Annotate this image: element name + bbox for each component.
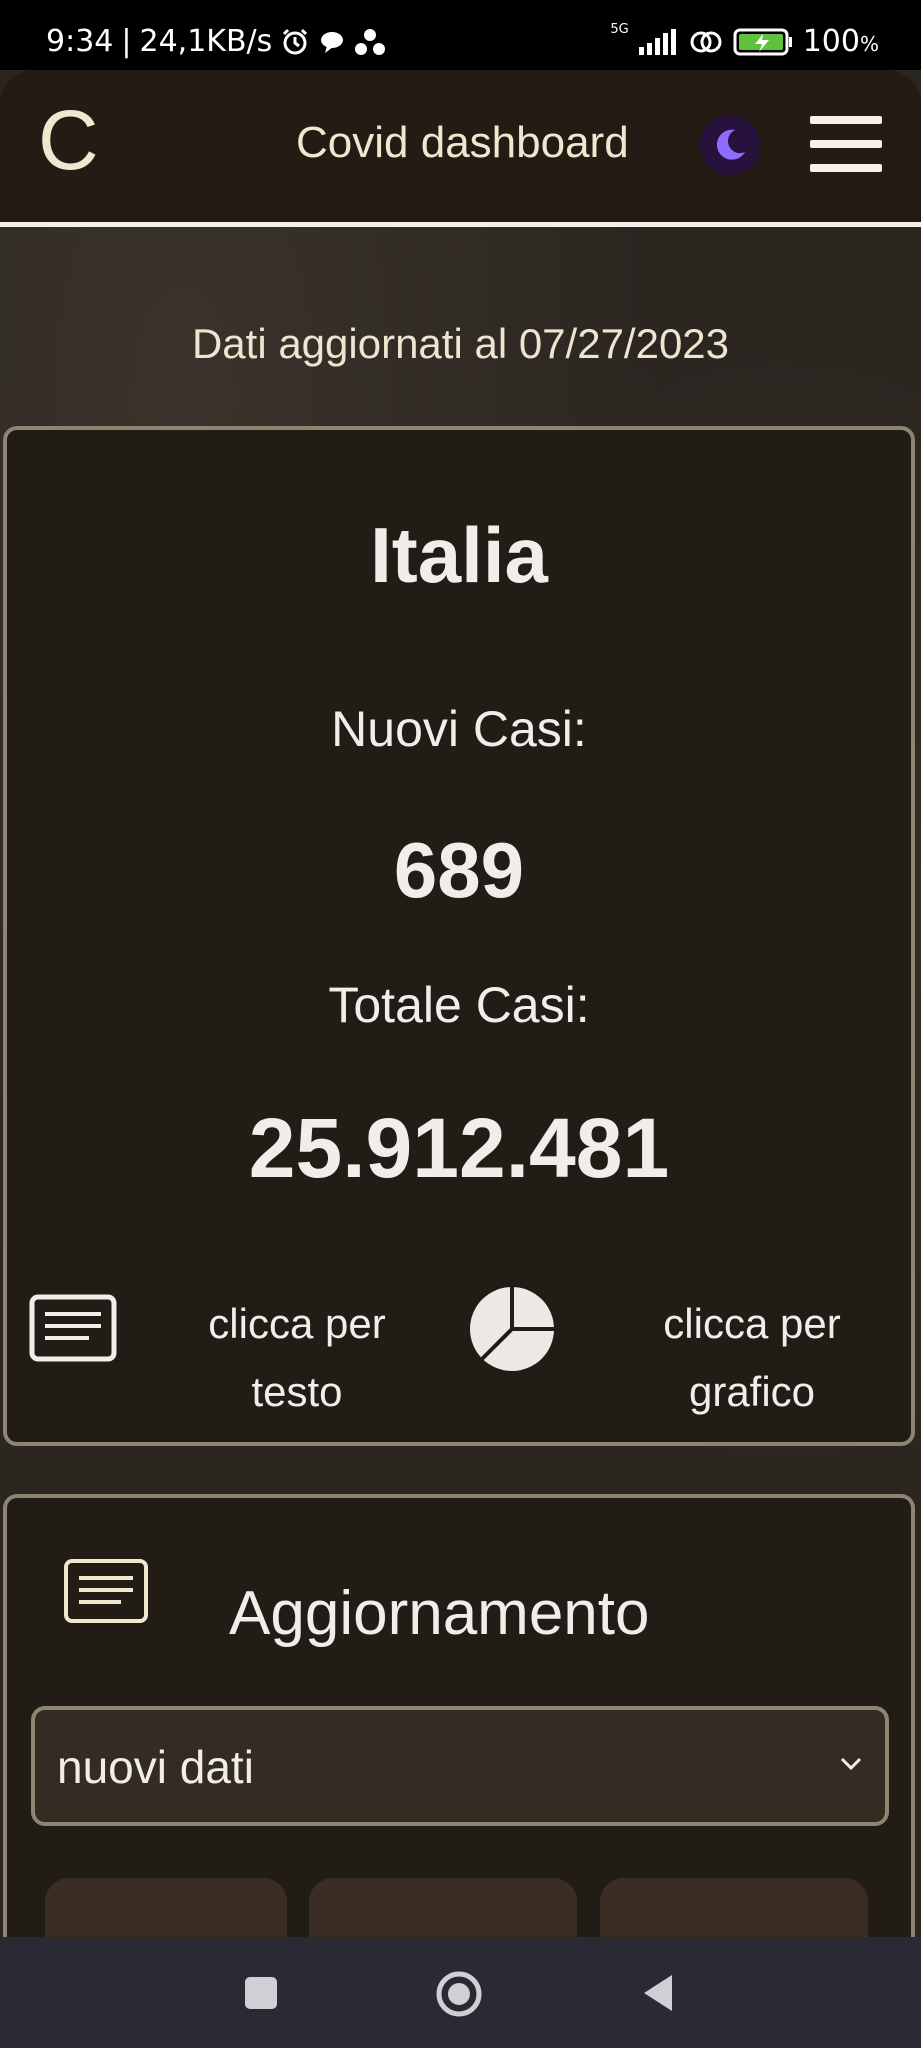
status-right: 5G 100% bbox=[610, 22, 879, 59]
chat-icon bbox=[321, 31, 344, 53]
hamburger-menu-icon[interactable] bbox=[810, 116, 882, 172]
summary-card: Italia Nuovi Casi: 689 Totale Casi: 25.9… bbox=[3, 426, 915, 1446]
country-name: Italia bbox=[370, 511, 548, 599]
last-updated-text: Dati aggiornati al 07/27/2023 bbox=[191, 320, 730, 367]
document-icon bbox=[64, 1559, 148, 1623]
signal-icon bbox=[638, 28, 676, 55]
system-nav-bar bbox=[0, 1937, 921, 2048]
app-title: Covid dashboard bbox=[296, 118, 629, 167]
status-time: 9:34 bbox=[46, 24, 114, 59]
update-card: Aggiornamento nuovi dati bbox=[3, 1494, 915, 1998]
dots-icon bbox=[355, 28, 386, 55]
update-card-title: Aggiornamento bbox=[229, 1579, 650, 1648]
status-speed: 24,1KB/s bbox=[139, 24, 273, 59]
network-type: 5G bbox=[610, 22, 629, 37]
new-cases-label: Nuovi Casi: bbox=[331, 701, 587, 757]
alarm-icon bbox=[283, 28, 308, 54]
status-bar: 9:34 | 24,1KB/s 5G 100% bbox=[0, 0, 921, 70]
moon-icon bbox=[716, 129, 745, 160]
text-view-label-line2: testo bbox=[251, 1368, 343, 1415]
recent-apps-button[interactable] bbox=[245, 1977, 277, 2009]
chart-view-button[interactable]: clicca per grafico bbox=[622, 1290, 882, 1426]
link-icon bbox=[690, 31, 722, 52]
select-value: nuovi dati bbox=[57, 1741, 254, 1793]
status-left: 9:34 | 24,1KB/s bbox=[46, 24, 386, 59]
chart-view-label-line1: clicca per bbox=[663, 1300, 841, 1347]
total-cases-value: 25.912.481 bbox=[248, 1101, 670, 1195]
new-cases-value: 689 bbox=[393, 826, 525, 914]
battery-icon bbox=[733, 28, 792, 55]
pie-chart-icon[interactable] bbox=[468, 1285, 556, 1373]
chart-view-label-line2: grafico bbox=[688, 1368, 816, 1415]
text-view-icon[interactable] bbox=[29, 1294, 117, 1362]
home-button[interactable] bbox=[435, 1970, 483, 2018]
text-view-button[interactable]: clicca per testo bbox=[167, 1290, 427, 1426]
text-view-label-line1: clicca per bbox=[208, 1300, 386, 1347]
back-button[interactable] bbox=[640, 1971, 676, 2015]
data-type-select[interactable]: nuovi dati bbox=[31, 1706, 889, 1826]
chevron-down-icon bbox=[840, 1757, 862, 1771]
battery-level: 100% bbox=[802, 24, 879, 59]
theme-toggle-button[interactable] bbox=[700, 115, 760, 175]
total-cases-label: Totale Casi: bbox=[328, 977, 590, 1033]
app-logo[interactable]: C bbox=[38, 98, 99, 182]
status-separator: | bbox=[121, 24, 132, 59]
app-header: C Covid dashboard bbox=[0, 70, 921, 222]
